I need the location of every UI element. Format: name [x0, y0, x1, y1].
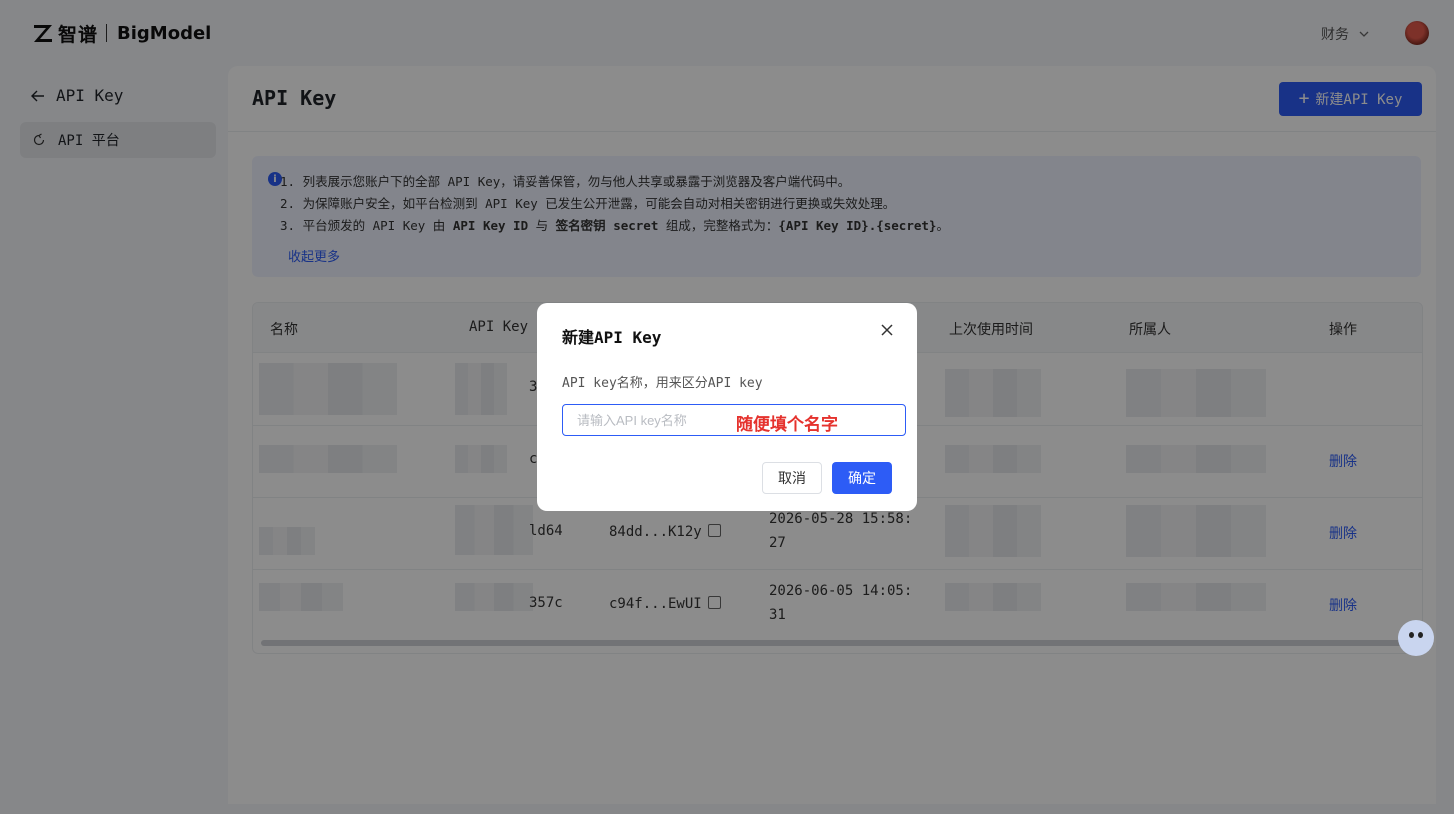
api-key-name-input[interactable]: [562, 404, 906, 436]
confirm-button[interactable]: 确定: [832, 462, 892, 494]
new-api-key-dialog: 新建API Key API key名称，用来区分API key 随便填个名字 取…: [537, 303, 917, 511]
bubble-eye-icon: [1418, 632, 1423, 638]
bubble-eye-icon: [1409, 632, 1414, 638]
app-root: 智谱 BigModel 财务 API Key API 平台 API Key + …: [0, 0, 1454, 814]
close-icon[interactable]: [879, 322, 895, 338]
annotation-text: 随便填个名字: [736, 415, 838, 435]
cancel-button[interactable]: 取消: [762, 462, 822, 494]
field-label: API key名称，用来区分API key: [562, 376, 763, 391]
assistant-bubble[interactable]: [1398, 620, 1434, 656]
dialog-title: 新建API Key: [562, 328, 662, 347]
